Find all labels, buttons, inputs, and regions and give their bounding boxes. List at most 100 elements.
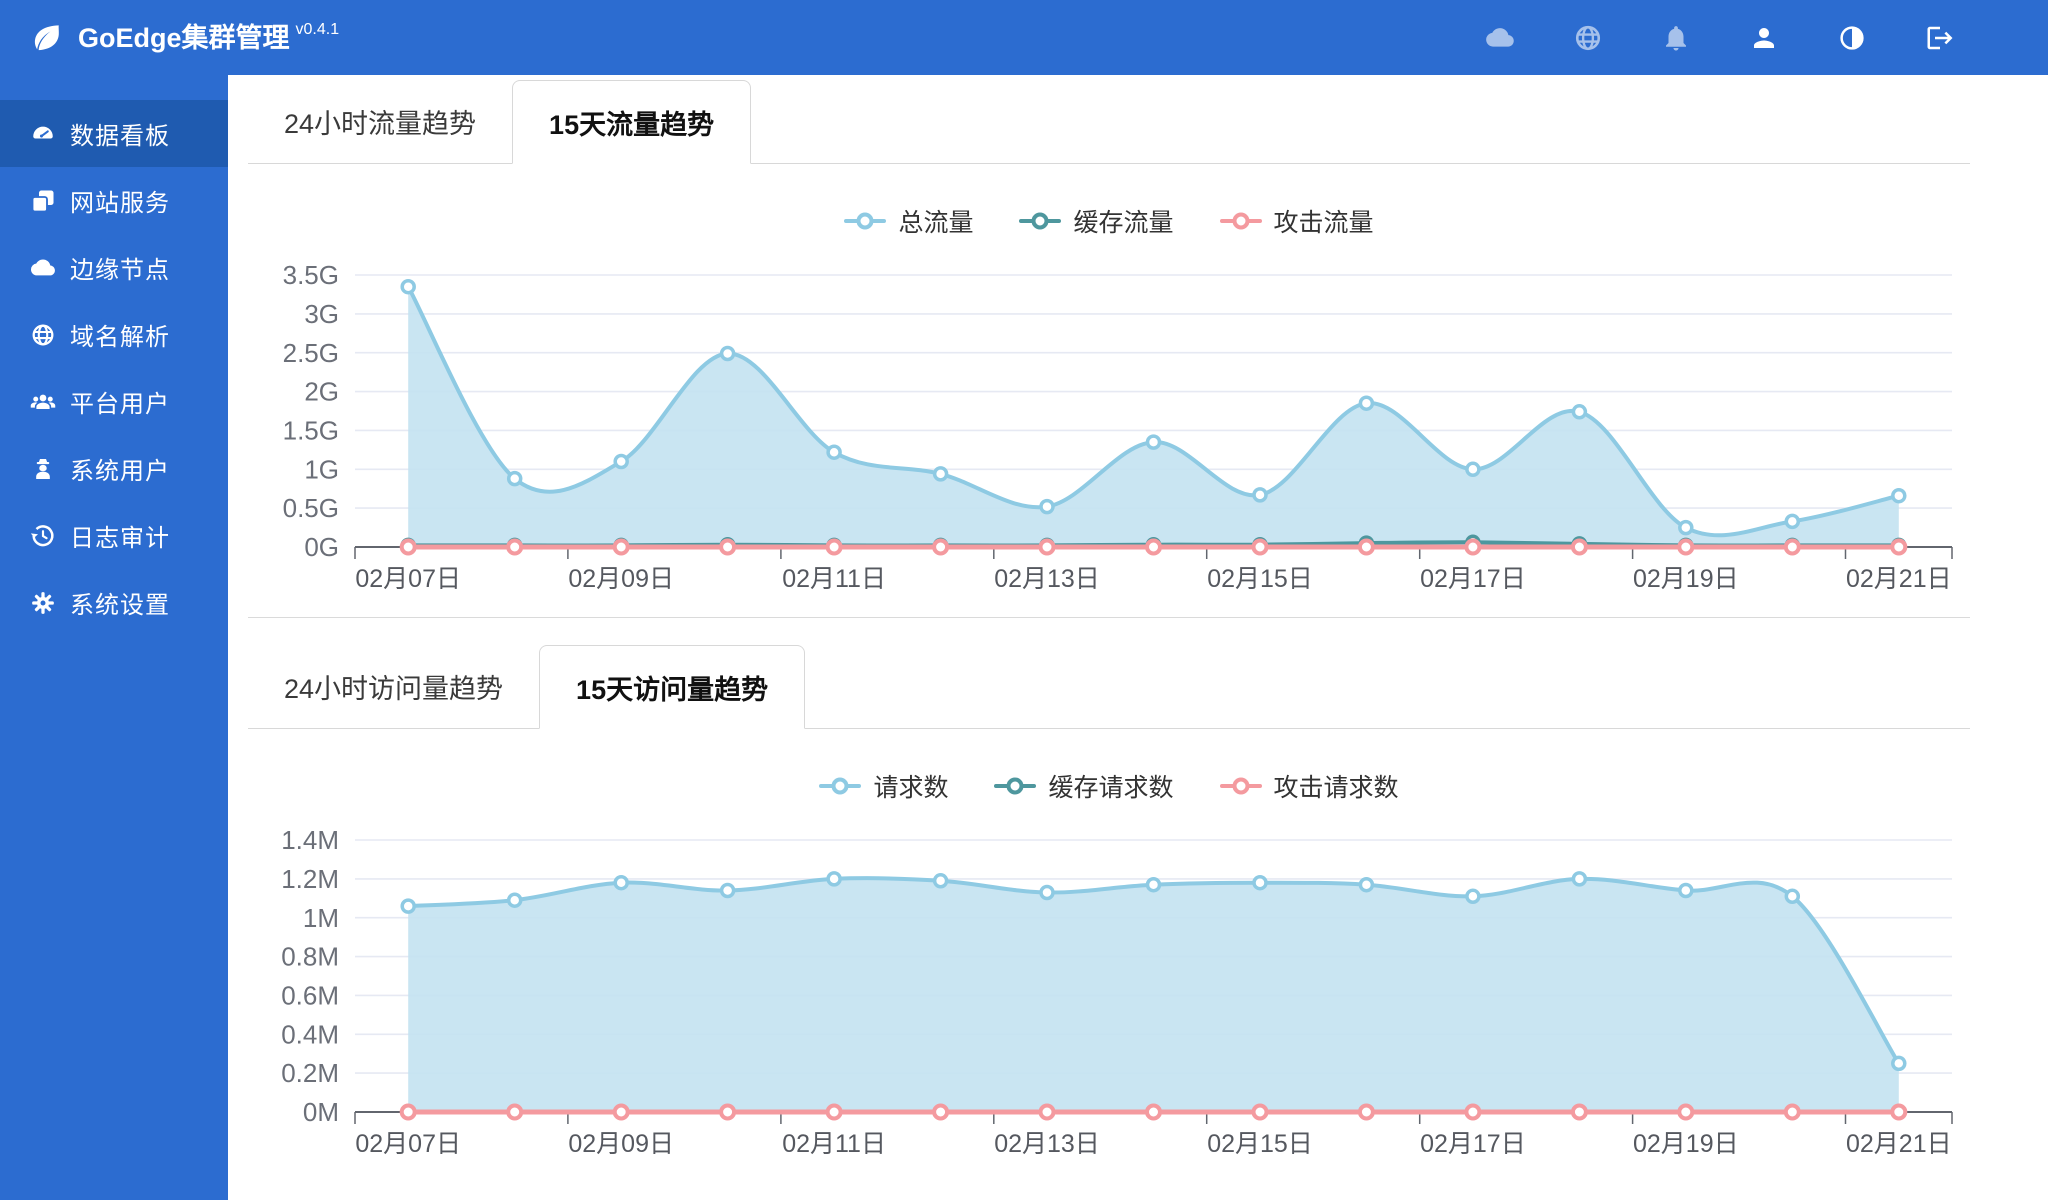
user-icon	[1749, 23, 1779, 53]
svg-text:02月17日: 02月17日	[1420, 1130, 1526, 1158]
app-version: v0.4.1	[295, 20, 340, 38]
legend-label: 攻击流量	[1273, 209, 1374, 237]
tab-label: 15天流量趋势	[549, 109, 715, 140]
legend-marker-icon	[1219, 212, 1262, 230]
svg-text:1G: 1G	[304, 454, 339, 484]
sidebar-item-gear[interactable]: 系统设置	[0, 569, 228, 636]
header-user-button[interactable]	[1748, 22, 1780, 54]
svg-text:02月15日: 02月15日	[1207, 1130, 1313, 1158]
header-globe-button[interactable]	[1572, 22, 1604, 54]
tab-label: 24小时流量趋势	[284, 109, 477, 139]
header-signout-button[interactable]	[1924, 22, 1956, 54]
svg-text:3.5G: 3.5G	[283, 260, 339, 290]
requests-legend: 请求数 缓存请求数 攻击请求数	[248, 769, 1970, 803]
requests-chart: 0M 0.2M 0.4M 0.6M 0.8M 1M 1.2M 1.4M 02月07日 02月09日…	[281, 825, 1953, 1158]
header-contrast-button[interactable]	[1836, 22, 1868, 54]
user-secret-icon	[30, 456, 56, 482]
svg-text:2.5G: 2.5G	[283, 338, 339, 368]
legend-label: 总流量	[898, 209, 974, 237]
legend-marker-icon	[819, 777, 862, 795]
svg-text:02月09日: 02月09日	[568, 565, 674, 593]
sidebar-item-label: 平台用户	[70, 391, 170, 418]
legend-item-1-1[interactable]: 缓存请求数	[994, 768, 1174, 804]
legend-item-1-0[interactable]: 请求数	[819, 768, 948, 804]
svg-text:02月09日: 02月09日	[568, 1130, 674, 1158]
svg-text:02月19日: 02月19日	[1633, 1130, 1739, 1158]
svg-text:3G: 3G	[304, 299, 339, 329]
svg-text:02月13日: 02月13日	[994, 1130, 1100, 1158]
sidebar-item-users[interactable]: 平台用户	[0, 368, 228, 435]
svg-text:0G: 0G	[304, 532, 339, 562]
sidebar-item-label: 边缘节点	[70, 257, 170, 284]
svg-text:02月11日: 02月11日	[782, 1130, 886, 1158]
header-cloud-button[interactable]	[1484, 22, 1516, 54]
svg-text:02月15日: 02月15日	[1207, 565, 1313, 593]
gauge-icon	[30, 121, 56, 147]
tab-section1-1[interactable]: 15天访问量趋势	[539, 645, 806, 729]
sidebar-item-label: 系统设置	[70, 592, 170, 619]
legend-label: 缓存流量	[1073, 209, 1174, 237]
app-title: GoEdge集群管理	[78, 22, 290, 53]
globe-icon	[1573, 23, 1603, 53]
sidebar-item-gauge[interactable]: 数据看板	[0, 100, 228, 167]
sidebar-item-history[interactable]: 日志审计	[0, 502, 228, 569]
sidebar-item-label: 日志审计	[70, 525, 170, 552]
svg-text:02月07日: 02月07日	[355, 565, 461, 593]
sidebar-item-user-secret[interactable]: 系统用户	[0, 435, 228, 502]
svg-text:1M: 1M	[303, 903, 339, 933]
cloud-icon	[1485, 23, 1515, 53]
svg-text:02月21日: 02月21日	[1846, 1130, 1952, 1158]
gear-icon	[30, 590, 56, 616]
svg-text:1.2M: 1.2M	[281, 864, 339, 894]
signout-icon	[1925, 23, 1955, 53]
sidebar-item-clone[interactable]: 网站服务	[0, 167, 228, 234]
svg-text:02月17日: 02月17日	[1420, 565, 1526, 593]
sidebar-item-label: 域名解析	[70, 324, 170, 351]
legend-item-0-2[interactable]: 攻击流量	[1219, 203, 1374, 239]
legend-marker-icon	[1219, 777, 1262, 795]
svg-text:0.4M: 0.4M	[281, 1019, 339, 1049]
svg-text:0.8M: 0.8M	[281, 942, 339, 972]
sidebar-item-globe[interactable]: 域名解析	[0, 301, 228, 368]
tab-label: 15天访问量趋势	[576, 674, 769, 705]
page: GoEdge集群管理 v0.4.1 数据看板网站服务边缘节点域名解析平台用户系统…	[0, 0, 2048, 1200]
header-actions	[1484, 22, 2048, 54]
sidebar-item-cloud[interactable]: 边缘节点	[0, 234, 228, 301]
requests-tab-row: 24小时访问量趋势 15天访问量趋势	[248, 645, 1970, 729]
sidebar-item-label: 数据看板	[70, 123, 170, 150]
legend-label: 缓存请求数	[1048, 774, 1174, 802]
tab-section0-0[interactable]: 24小时流量趋势	[248, 80, 512, 163]
legend-marker-icon	[844, 212, 887, 230]
tab-section1-0[interactable]: 24小时访问量趋势	[248, 645, 539, 728]
traffic-trend-section: 24小时流量趋势 15天流量趋势 总流量 缓存流量 攻击流量 0G 0.5G 1G 1.5G…	[248, 80, 1970, 618]
traffic-legend: 总流量 缓存流量 攻击流量	[248, 204, 1970, 238]
tab-section0-1[interactable]: 15天流量趋势	[512, 80, 752, 164]
legend-item-0-0[interactable]: 总流量	[844, 203, 973, 239]
svg-text:02月13日: 02月13日	[994, 565, 1100, 593]
legend-marker-icon	[994, 777, 1037, 795]
svg-text:02月19日: 02月19日	[1633, 565, 1739, 593]
clone-icon	[30, 188, 56, 214]
sidebar: 数据看板网站服务边缘节点域名解析平台用户系统用户日志审计系统设置	[0, 75, 228, 1200]
bell-icon	[1661, 23, 1691, 53]
brand: GoEdge集群管理 v0.4.1	[0, 16, 339, 60]
legend-item-1-2[interactable]: 攻击请求数	[1219, 768, 1399, 804]
contrast-icon	[1837, 23, 1867, 53]
cloud-icon	[30, 255, 56, 281]
traffic-tab-row: 24小时流量趋势 15天流量趋势	[248, 80, 1970, 164]
svg-text:1.4M: 1.4M	[281, 825, 339, 855]
app-header: GoEdge集群管理 v0.4.1	[0, 0, 2048, 75]
tab-label: 24小时访问量趋势	[284, 674, 504, 704]
legend-item-0-1[interactable]: 缓存流量	[1019, 203, 1174, 239]
traffic-chart: 0G 0.5G 1G 1.5G 2G 2.5G 3G 3.5G 02月07日 02月09日 02月1…	[283, 260, 1953, 593]
header-bell-button[interactable]	[1660, 22, 1692, 54]
users-icon	[30, 389, 56, 415]
svg-text:0.5G: 0.5G	[283, 493, 339, 523]
svg-text:1.5G: 1.5G	[283, 416, 339, 446]
legend-marker-icon	[1019, 212, 1062, 230]
globe-icon	[30, 322, 56, 348]
requests-trend-section: 24小时访问量趋势 15天访问量趋势 请求数 缓存请求数 攻击请求数 0M 0.2M 0.…	[248, 645, 1970, 1160]
legend-label: 请求数	[873, 774, 949, 802]
svg-text:02月11日: 02月11日	[782, 565, 886, 593]
history-icon	[30, 523, 56, 549]
